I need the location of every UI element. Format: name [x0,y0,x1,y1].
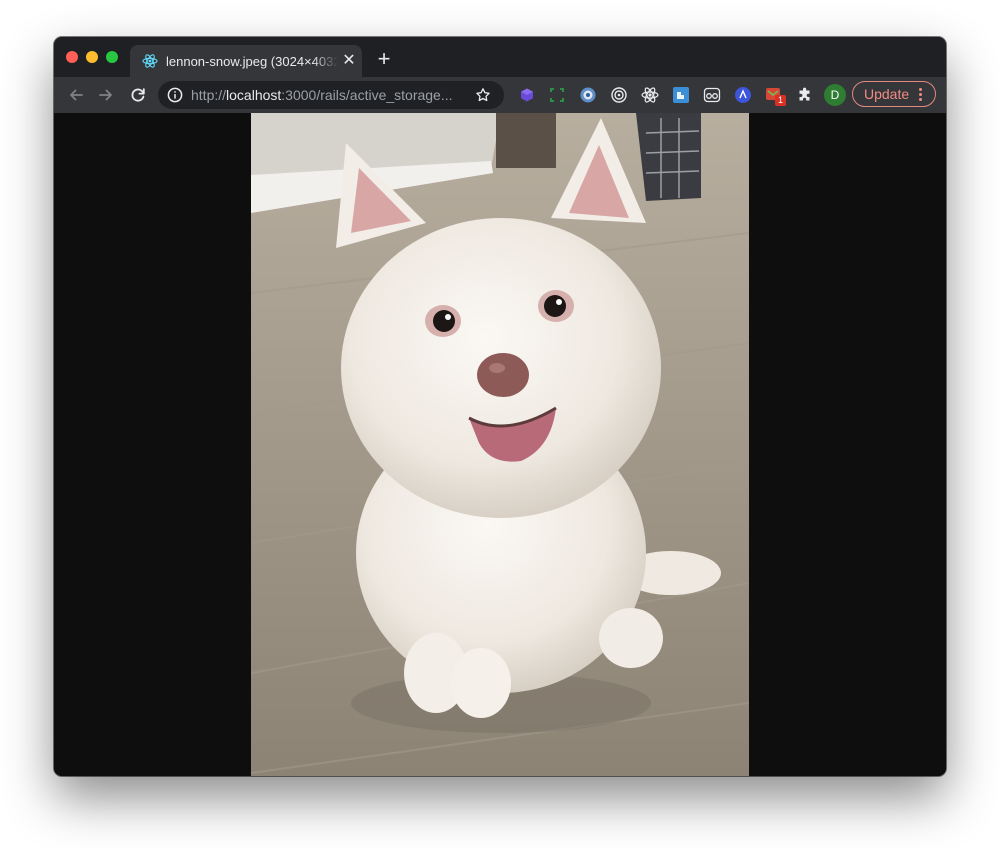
dog-photo [251,113,749,776]
url-text[interactable]: http://localhost:3000/rails/active_stora… [191,87,473,103]
tab-title: lennon-snow.jpeg (3024×4032) [166,53,338,69]
update-label: Update [864,86,910,102]
reload-icon [131,88,145,102]
browser-toolbar: http://localhost:3000/rails/active_stora… [54,77,946,113]
extension-circle-icon[interactable] [579,86,597,104]
url-host: localhost [226,87,282,103]
dog-photo-illustration [251,113,749,776]
extension-react-icon[interactable] [641,86,659,104]
minimize-window-button[interactable] [86,51,98,63]
browser-window: lennon-snow.jpeg (3024×4032) ✕ + http://… [54,37,946,776]
reload-button[interactable] [128,85,148,105]
profile-avatar[interactable]: D [824,84,846,106]
url-path: :3000/rails/active_storage... [281,87,453,103]
arrow-right-icon [99,89,112,101]
close-window-button[interactable] [66,51,78,63]
tab-close-icon[interactable]: ✕ [342,53,356,69]
more-vert-icon[interactable] [919,87,923,101]
info-icon[interactable] [167,87,183,103]
address-bar[interactable]: http://localhost:3000/rails/active_stora… [158,81,504,109]
new-tab-button[interactable]: + [372,47,396,71]
tab-strip: lennon-snow.jpeg (3024×4032) ✕ + [54,37,946,77]
back-button[interactable] [66,85,86,105]
forward-button[interactable] [96,85,116,105]
url-scheme: http:// [191,87,227,103]
extension-blue-circle-icon[interactable] [734,86,752,104]
page-viewport [54,113,946,776]
update-button[interactable]: Update [852,81,936,107]
extension-cube-icon[interactable] [518,86,536,104]
extension-puzzle-blue-icon[interactable] [672,86,690,104]
extension-glasses-icon[interactable] [703,86,721,104]
extension-mail-icon[interactable]: 1 [765,86,786,106]
star-icon[interactable] [475,87,491,103]
mail-badge: 1 [775,95,786,106]
puzzle-icon[interactable] [796,86,814,104]
tab-active[interactable]: lennon-snow.jpeg (3024×4032) ✕ [130,45,362,77]
extension-target-icon[interactable] [610,86,628,104]
zoom-window-button[interactable] [106,51,118,63]
react-icon [142,54,158,68]
arrow-left-icon [70,89,83,101]
extension-screenshot-icon[interactable] [548,86,566,104]
